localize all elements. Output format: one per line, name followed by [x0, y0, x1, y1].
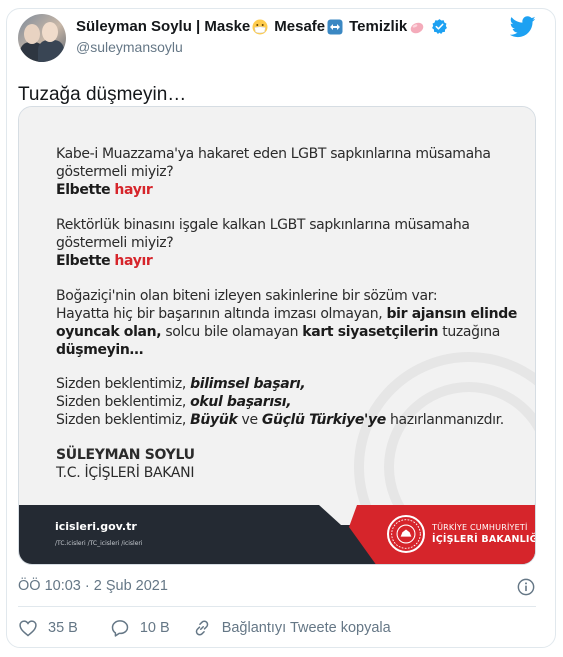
answer-hayir: hayır: [114, 253, 153, 269]
like-button[interactable]: 35 B: [18, 618, 78, 638]
p3-line3-bold1: oyuncak olan,: [56, 324, 162, 340]
info-icon[interactable]: [517, 578, 535, 596]
footer-socials: /TC.icisleri /TC_icisleri /icisleri: [55, 540, 143, 547]
ministry-line2: İÇİŞLERİ BAKANLIĞI: [432, 534, 536, 545]
like-count: 35 B: [48, 620, 78, 636]
signature-name: SÜLEYMAN SOYLU: [56, 447, 195, 463]
tweet-text: Tuzağa düşmeyin…: [18, 84, 187, 105]
poster-p1-line1: Kabe-i Muazzama'ya hakaret eden LGBT sap…: [56, 146, 491, 162]
link-icon: [195, 620, 208, 636]
twitter-bird-icon[interactable]: [510, 16, 536, 38]
soap-emoji-icon: [410, 22, 424, 33]
p3-line2-text: Hayatta hiç bir başarının altında imzası…: [56, 306, 383, 322]
poster-p2-line1: Rektörlük binasını işgale kalkan LGBT sa…: [56, 217, 470, 233]
p4-bold2: okul başarısı,: [190, 394, 292, 410]
p4-bold3: Büyük: [190, 412, 238, 428]
avatar[interactable]: [18, 14, 66, 62]
p4-end: hazırlanmanızdır.: [390, 412, 504, 428]
ministry-emblem-icon: [387, 515, 425, 553]
tweet-actions: 35 B 10 B Bağlantıyı Tweete kopyala: [18, 618, 391, 638]
author-name-part2: Mesafe: [274, 18, 326, 35]
left-right-arrow-emoji-icon: [327, 19, 343, 34]
heart-icon: [19, 620, 37, 637]
poster-answer-1: Elbette hayır: [56, 181, 153, 199]
answer-elbette: Elbette: [56, 253, 111, 269]
p4-ve: ve: [241, 412, 259, 428]
footer-website: icisleri.gov.tr: [55, 520, 137, 533]
author-handle[interactable]: @suleymansoylu: [76, 39, 183, 55]
p3-line3-bold2: kart siyasetçilerin: [302, 324, 439, 340]
p4-prefix: Sizden beklentimiz,: [56, 376, 186, 392]
verified-badge-icon: [432, 19, 448, 35]
p3-line3-text2: tuzağına: [442, 324, 500, 340]
poster-p2-line2: göstermeli miyiz?: [56, 235, 174, 251]
p4-prefix: Sizden beklentimiz,: [56, 412, 186, 428]
p4-bold1: bilimsel başarı,: [190, 376, 306, 392]
poster-p3-line2: Hayatta hiç bir başarının altında imzası…: [56, 305, 517, 323]
answer-hayir: hayır: [114, 182, 153, 198]
poster-p4-line3: Sizden beklentimiz, Büyük ve Güçlü Türki…: [56, 411, 504, 429]
poster-p1-line2: göstermeli miyiz?: [56, 164, 174, 180]
mask-emoji-icon: [252, 19, 268, 34]
author-name[interactable]: Süleyman Soylu | Maske Mesafe Temizlik: [76, 18, 448, 35]
poster-p4-line2: Sizden beklentimiz, okul başarısı,: [56, 393, 292, 411]
divider: [18, 606, 536, 607]
poster-p3-line3: oyuncak olan, solcu bile olamayan kart s…: [56, 323, 500, 341]
reply-count: 10 B: [139, 620, 170, 636]
tweet-timestamp[interactable]: ÖÖ 10:03 · 2 Şub 2021: [18, 578, 168, 594]
reply-button[interactable]: 10 B: [110, 618, 170, 638]
poster-p3-line1: Boğaziçi'nin olan biteni izleyen sakinle…: [56, 288, 438, 304]
copy-link-label: Bağlantıyı Tweete kopyala: [221, 620, 391, 636]
author-name-part3: Temizlik: [349, 18, 408, 35]
p3-line2-bold: bir ajansın elinde: [386, 306, 518, 322]
ministry-line1: TÜRKİYE CUMHURİYETİ: [432, 523, 528, 532]
reply-icon: [111, 620, 129, 637]
copy-link-button[interactable]: Bağlantıyı Tweete kopyala: [192, 618, 391, 638]
poster-p4-line1: Sizden beklentimiz, bilimsel başarı,: [56, 375, 306, 393]
p3-line4-bold: düşmeyin…: [56, 342, 144, 358]
ministry-name: TÜRKİYE CUMHURİYETİ İÇİŞLERİ BAKANLIĞI: [432, 523, 536, 545]
p4-bold4: Güçlü Türkiye'ye: [261, 412, 386, 428]
answer-elbette: Elbette: [56, 182, 111, 198]
poster-p3-line4: düşmeyin…: [56, 341, 144, 359]
tweet-image[interactable]: Kabe-i Muazzama'ya hakaret eden LGBT sap…: [18, 106, 536, 565]
p3-line3-text1: solcu bile olamayan: [165, 324, 299, 340]
author-name-part1: Süleyman Soylu | Maske: [76, 18, 251, 35]
p4-prefix: Sizden beklentimiz,: [56, 394, 186, 410]
signature-title: T.C. İÇİŞLERİ BAKANI: [56, 465, 195, 481]
poster-answer-2: Elbette hayır: [56, 252, 153, 270]
